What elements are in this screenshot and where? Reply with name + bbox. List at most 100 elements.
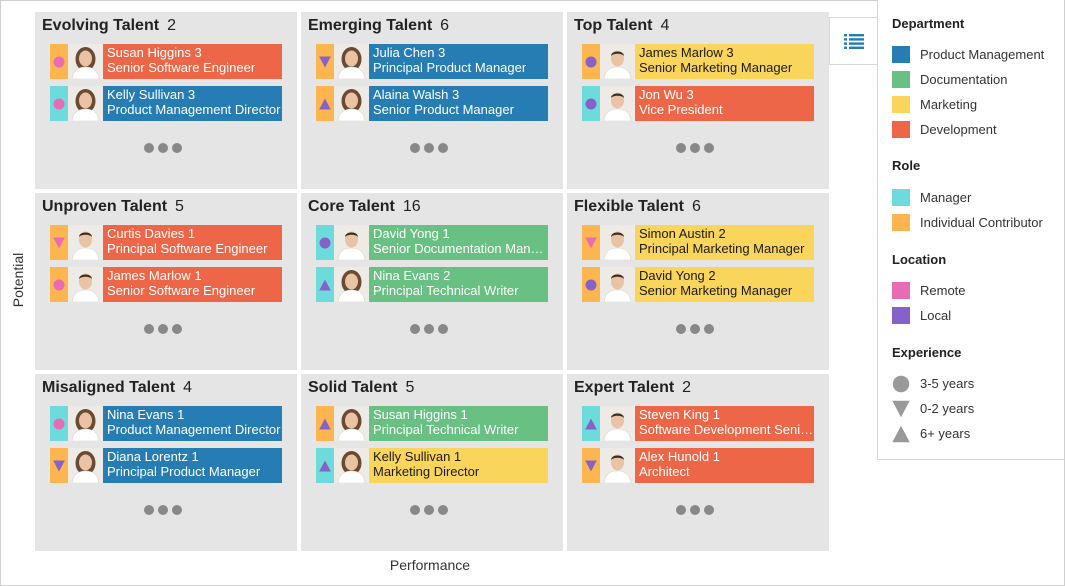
legend-swatch [892,96,910,113]
more-button[interactable] [676,140,720,153]
employee-card[interactable]: Susan Higgins 1 Principal Technical Write… [316,406,548,441]
legend-label: Marketing [920,97,978,112]
more-dot [144,505,154,515]
employee-card[interactable]: Steven King 1 Software Development Senior… [582,406,814,441]
employee-card[interactable]: James Marlow 1 Senior Software Engineer [50,267,282,302]
legend-heading-department: Department [892,16,965,31]
employee-info: Nina Evans 2 Principal Technical Writer [369,267,548,302]
role-marker [316,448,334,483]
cell-flexible-talent: Flexible Talent 6 Simon Austin 2 Principal … [567,193,829,370]
experience-triangle-up-icon [319,97,331,110]
avatar [334,86,369,121]
employee-title: Senior Marketing Manager [639,60,793,75]
cell-title-text: Misaligned Talent [42,379,176,396]
employee-card[interactable]: David Yong 1 Senior Documentation Manager [316,225,548,260]
avatar [334,44,369,79]
employee-title: Senior Documentation Manager [373,241,548,256]
cell-unproven-talent: Unproven Talent 5 Curtis Davies 1 Principal… [35,193,297,370]
cell-title: Emerging Talent 6 [308,17,449,35]
avatar [334,225,369,260]
cell-count: 16 [402,198,421,215]
more-button[interactable] [676,321,720,334]
more-button[interactable] [144,321,188,334]
more-dot [690,143,700,153]
role-marker [316,267,334,302]
experience-triangle-up-icon [319,417,331,430]
more-dot [158,143,168,153]
experience-triangle-down-icon [585,236,597,249]
legend-swatch [892,71,910,88]
cell-title-text: Solid Talent [308,379,398,396]
employee-name: Nina Evans 2 [373,268,451,283]
cell-title: Core Talent 16 [308,198,421,216]
employee-card[interactable]: Simon Austin 2 Principal Marketing Manage… [582,225,814,260]
more-dot [676,505,686,515]
cell-emerging-talent: Emerging Talent 6 Julia Chen 3 Principal Pr… [301,12,563,189]
legend-label: Development [920,122,997,137]
avatar [68,406,103,441]
more-button[interactable] [410,502,454,515]
legend-triangle-up-icon [892,425,910,443]
more-dot [676,324,686,334]
x-axis-label: Performance [389,557,471,573]
employee-name: Susan Higgins 3 [107,45,202,60]
more-button[interactable] [144,140,188,153]
employee-card[interactable]: Alex Hunold 1 Architect [582,448,814,483]
employee-name: Curtis Davies 1 [107,226,196,241]
legend-toggle-button[interactable] [829,17,877,65]
more-button[interactable] [410,321,454,334]
role-marker [582,44,600,79]
employee-info: Kelly Sullivan 1 Marketing Director [369,448,548,483]
employee-info: Julia Chen 3 Principal Product Manager [369,44,548,79]
more-button[interactable] [410,140,454,153]
cell-count: 6 [691,198,701,215]
employee-name: Alex Hunold 1 [639,449,720,464]
employee-info: James Marlow 3 Senior Marketing Manager [635,44,814,79]
experience-circle-icon [585,278,597,291]
employee-name: James Marlow 1 [107,268,202,283]
employee-card[interactable]: Diana Lorentz 1 Principal Product Manager [50,448,282,483]
employee-card[interactable]: Kelly Sullivan 3 Product Management Direc… [50,86,282,121]
employee-card[interactable]: Kelly Sullivan 1 Marketing Director [316,448,548,483]
cell-count: 4 [183,379,192,396]
role-marker [582,267,600,302]
employee-name: Diana Lorentz 1 [107,449,199,464]
cell-count: 6 [440,17,450,34]
employee-info: David Yong 2 Senior Marketing Manager [635,267,814,302]
legend-label: Product Management [920,47,1045,62]
employee-card[interactable]: Alaina Walsh 3 Senior Product Manager [316,86,548,121]
employee-name: Kelly Sullivan 1 [373,449,462,464]
employee-name: Susan Higgins 1 [373,407,468,422]
employee-card[interactable]: Nina Evans 2 Principal Technical Writer [316,267,548,302]
more-dot [676,143,686,153]
employee-card[interactable]: Nina Evans 1 Product Management Director [50,406,282,441]
employee-card[interactable]: James Marlow 3 Senior Marketing Manager [582,44,814,79]
avatar [68,448,103,483]
legend-swatch [892,121,910,138]
employee-card[interactable]: Susan Higgins 3 Senior Software Engineer [50,44,282,79]
more-dot [172,505,182,515]
employee-title: Principal Technical Writer [373,422,519,437]
legend-triangle-down-icon [892,400,910,418]
experience-circle-icon [53,278,65,291]
employee-name: Kelly Sullivan 3 [107,87,196,102]
more-button[interactable] [676,502,720,515]
employee-title: Marketing Director [373,464,480,479]
role-marker [582,86,600,121]
more-dot [704,324,714,334]
experience-circle-icon [53,97,65,110]
avatar [68,44,103,79]
employee-card[interactable]: Curtis Davies 1 Principal Software Engine… [50,225,282,260]
employee-card[interactable]: David Yong 2 Senior Marketing Manager [582,267,814,302]
employee-card[interactable]: Julia Chen 3 Principal Product Manager [316,44,548,79]
avatar [68,267,103,302]
more-dot [438,324,448,334]
cell-count: 5 [175,198,184,215]
cell-title: Solid Talent 5 [308,379,414,397]
legend-swatch [892,282,910,299]
more-dot [410,143,420,153]
employee-title: Architect [639,464,690,479]
more-button[interactable] [144,502,188,515]
employee-card[interactable]: Jon Wu 3 Vice President [582,86,814,121]
cell-title: Misaligned Talent 4 [42,379,192,397]
